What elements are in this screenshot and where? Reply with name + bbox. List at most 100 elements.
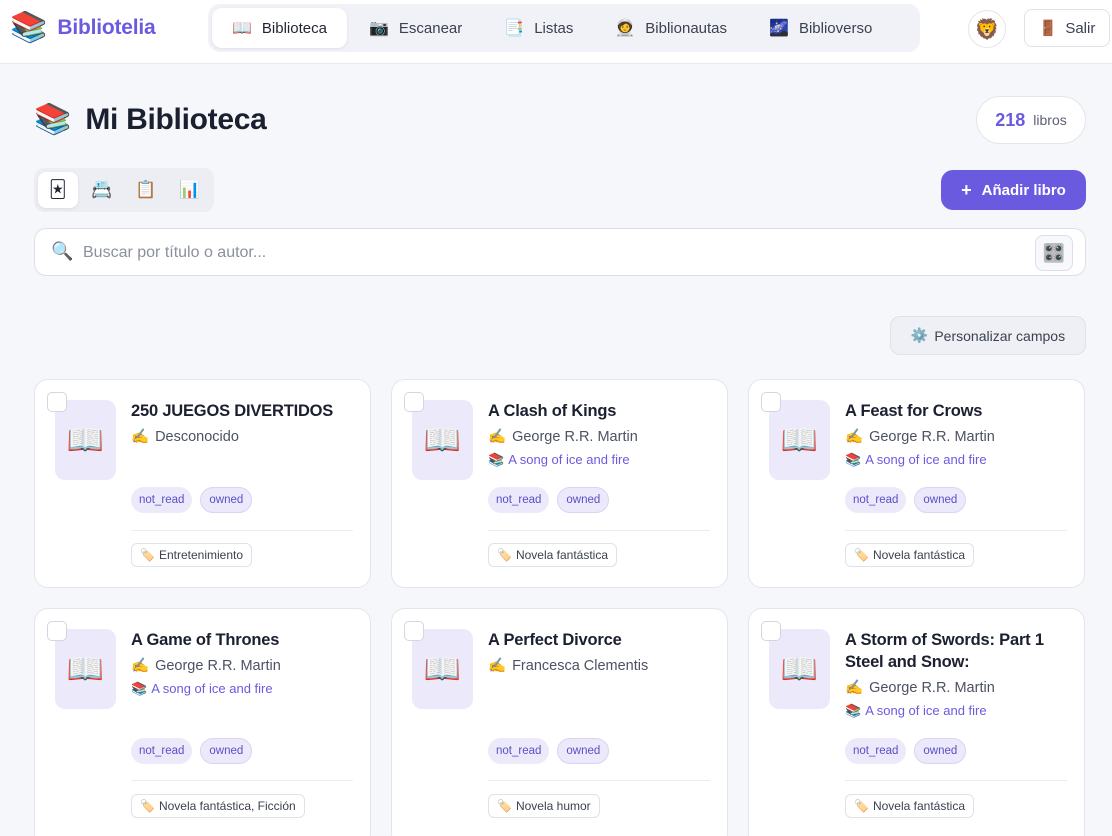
book-card[interactable]: 📖 A Feast for Crows ✍️ George R.R. Martin…: [748, 379, 1085, 588]
open-book-icon: 📖: [423, 423, 462, 457]
nav-item-label: Biblioverso: [798, 19, 873, 37]
select-checkbox[interactable]: [761, 621, 781, 641]
add-book-label: Añadir libro: [981, 181, 1066, 199]
status-badge: not_read: [488, 738, 550, 764]
book-card[interactable]: 📖 A Game of Thrones ✍️ George R.R. Martin…: [34, 608, 371, 836]
select-checkbox[interactable]: [47, 621, 67, 641]
select-checkbox[interactable]: [47, 392, 67, 412]
book-author: ✍️ George R.R. Martin: [845, 677, 1070, 699]
book-title: A Clash of Kings: [488, 402, 617, 420]
book-series[interactable]: 📚 A song of ice and fire: [845, 450, 1070, 470]
book-series[interactable]: 📚 A song of ice and fire: [845, 701, 1070, 721]
nav-item-biblioteca[interactable]: 📖 Biblioteca: [212, 8, 347, 48]
books-icon: 📚: [845, 703, 862, 718]
view-switcher: 🃏 📇 📋 📊: [34, 168, 214, 212]
select-checkbox[interactable]: [404, 621, 424, 641]
author-name: Francesca Clementis: [512, 658, 649, 674]
view-button-cards[interactable]: 🃏: [38, 172, 78, 208]
book-count-label: libros: [1033, 112, 1067, 128]
author-name: George R.R. Martin: [512, 429, 638, 445]
book-cover: 📖: [769, 629, 830, 709]
search-input[interactable]: [83, 239, 1023, 267]
divider: [488, 780, 710, 781]
book-card[interactable]: 📖 A Perfect Divorce ✍️ Francesca Clementi…: [391, 608, 728, 836]
book-cover: 📖: [55, 400, 116, 480]
view-button-rolodex[interactable]: 📇: [82, 172, 122, 208]
ownership-badge: owned: [914, 487, 967, 513]
status-badge: not_read: [131, 738, 193, 764]
genre-label: Entretenimiento: [158, 548, 243, 562]
book-card[interactable]: 📖 A Storm of Swords: Part 1 Steel and Sn…: [748, 608, 1085, 836]
ownership-badge: owned: [200, 738, 253, 764]
camera-icon: 📷: [368, 20, 389, 37]
scan-filter-button[interactable]: 🎛️: [1035, 235, 1073, 271]
divider: [131, 780, 353, 781]
genre-label: Novela fantástica: [515, 548, 609, 562]
label-tag-icon: 🏷️: [140, 799, 155, 813]
user-avatar[interactable]: 🦁: [968, 10, 1006, 48]
writing-hand-icon: ✍️: [488, 429, 507, 445]
brand[interactable]: 📚 Bibliotelia: [10, 12, 156, 44]
status-badge: not_read: [845, 738, 907, 764]
book-title: A Perfect Divorce: [488, 631, 622, 649]
writing-hand-icon: ✍️: [488, 658, 507, 674]
plus-icon: +: [961, 179, 972, 200]
app-name: Bibliotelia: [57, 16, 156, 39]
ownership-badge: owned: [914, 738, 967, 764]
divider: [845, 780, 1067, 781]
select-checkbox[interactable]: [404, 392, 424, 412]
divider: [488, 530, 710, 531]
add-book-button[interactable]: + Añadir libro: [941, 170, 1086, 210]
open-book-icon: 📖: [780, 652, 819, 686]
nav-item-escanear[interactable]: 📷 Escanear: [349, 8, 482, 48]
book-title: 250 JUEGOS DIVERTIDOS: [131, 402, 334, 420]
author-name: George R.R. Martin: [869, 429, 995, 445]
book-cover: 📖: [412, 629, 473, 709]
open-book-icon: 📖: [232, 20, 252, 37]
series-name: A song of ice and fire: [865, 452, 987, 467]
control-knobs-icon: 🎛️: [1042, 242, 1066, 263]
nav-item-label: Biblioteca: [261, 19, 327, 37]
writing-hand-icon: ✍️: [131, 658, 150, 674]
select-checkbox[interactable]: [761, 392, 781, 412]
logout-button[interactable]: 🚪 Salir: [1024, 9, 1110, 47]
author-name: George R.R. Martin: [155, 658, 281, 674]
customize-fields-button[interactable]: ⚙️ Personalizar campos: [890, 316, 1086, 355]
status-badge: not_read: [845, 487, 907, 513]
series-name: A song of ice and fire: [865, 703, 987, 718]
main-nav: 📖 Biblioteca 📷 Escanear 📑 Listas 🧑‍🚀 Bib…: [208, 4, 920, 52]
author-name: Desconocido: [155, 429, 239, 445]
customize-fields-label: Personalizar campos: [934, 327, 1066, 344]
book-cover: 📖: [55, 629, 116, 709]
nav-item-label: Escanear: [398, 19, 463, 37]
nav-item-biblioverso[interactable]: 🌌 Biblioverso: [749, 8, 892, 48]
ownership-badge: owned: [557, 487, 610, 513]
list-view-icon: 📋: [135, 180, 157, 199]
nav-item-listas[interactable]: 📑 Listas: [484, 8, 593, 48]
writing-hand-icon: ✍️: [845, 680, 864, 696]
divider: [845, 530, 1067, 531]
nav-item-label: Listas: [534, 19, 574, 37]
genre-tag: 🏷️ Novela fantástica: [488, 543, 618, 567]
label-tag-icon: 🏷️: [854, 799, 869, 813]
label-tag-icon: 🏷️: [497, 548, 512, 562]
divider: [131, 530, 353, 531]
book-card[interactable]: 📖 250 JUEGOS DIVERTIDOS ✍️ Desconocido no…: [34, 379, 371, 588]
open-book-icon: 📖: [66, 652, 105, 686]
view-button-list[interactable]: 📋: [126, 172, 166, 208]
book-series[interactable]: 📚 A song of ice and fire: [131, 679, 356, 699]
book-series[interactable]: 📚 A song of ice and fire: [488, 450, 713, 470]
book-cover: 📖: [412, 400, 473, 480]
astronaut-icon: 🧑‍🚀: [615, 20, 636, 37]
view-button-stats[interactable]: 📊: [170, 172, 210, 208]
cards-view-icon: 🃏: [49, 180, 67, 199]
book-cover: 📖: [769, 400, 830, 480]
book-count: 218: [995, 109, 1026, 130]
door-icon: 🚪: [1038, 20, 1058, 37]
author-name: George R.R. Martin: [869, 680, 995, 696]
book-card[interactable]: 📖 A Clash of Kings ✍️ George R.R. Martin …: [391, 379, 728, 588]
writing-hand-icon: ✍️: [131, 429, 150, 445]
book-author: ✍️ Desconocido: [131, 426, 356, 448]
books-logo-icon: 📚: [10, 11, 48, 44]
nav-item-biblionautas[interactable]: 🧑‍🚀 Biblionautas: [595, 8, 747, 48]
